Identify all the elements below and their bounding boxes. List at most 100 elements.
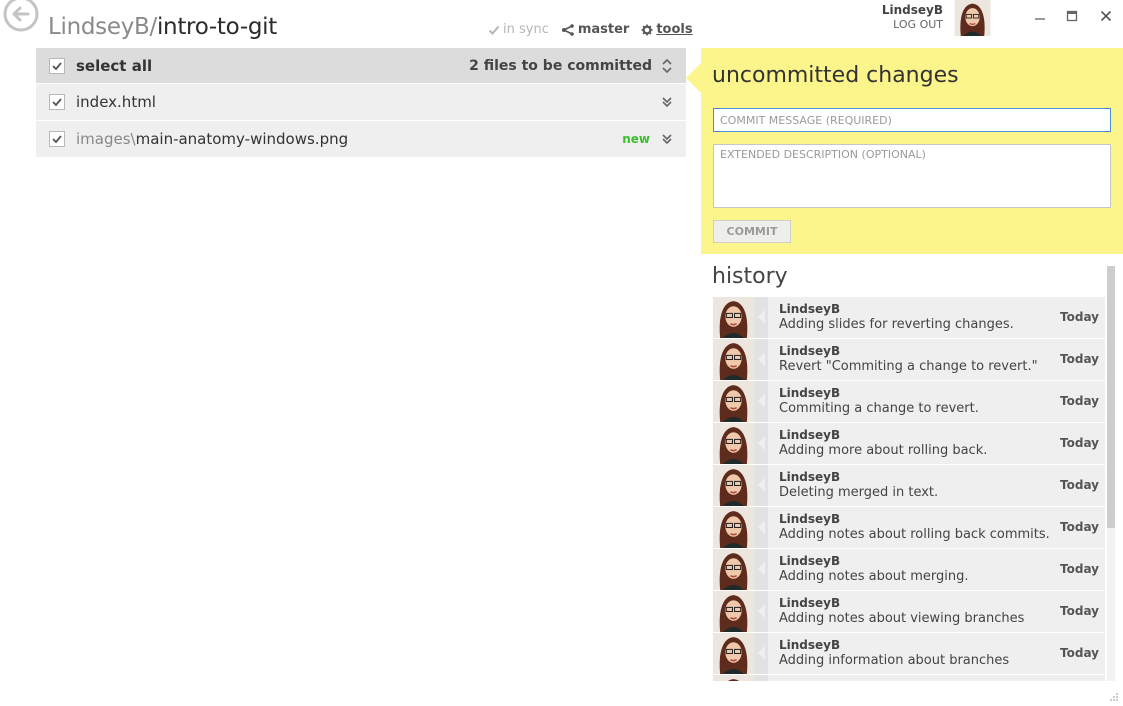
sync-label: in sync	[503, 22, 549, 37]
repo-toolbar: in sync master tools	[488, 22, 693, 37]
commit-date: Today	[1060, 478, 1099, 492]
history-item[interactable]: LindseyB Adding notes about merging. Today	[713, 549, 1105, 590]
repo-separator: /	[149, 14, 158, 40]
branch-icon	[561, 23, 574, 36]
commit-date: Today	[1060, 646, 1099, 660]
commit-message: Adding more about rolling back.	[779, 443, 988, 458]
history-item[interactable]: LindseyB Revert "Commiting a change to re…	[713, 339, 1105, 380]
history-item-divider	[754, 675, 768, 681]
commit-author: LindseyB	[779, 470, 841, 484]
commit-message: Revert "Commiting a change to revert."	[779, 359, 1038, 374]
history-item-divider	[754, 339, 768, 380]
history-item-divider	[754, 465, 768, 506]
tools-menu[interactable]: tools	[641, 22, 693, 37]
history-item-divider	[754, 507, 768, 548]
file-path: images\main-anatomy-windows.png	[76, 130, 348, 148]
history-item-divider	[754, 549, 768, 590]
history-item-divider	[754, 633, 768, 674]
checkmark-icon	[488, 25, 500, 35]
resize-grip-icon[interactable]	[1109, 692, 1119, 702]
commit-date: Today	[1060, 394, 1099, 408]
sync-status[interactable]: in sync	[488, 22, 549, 37]
commit-author-avatar	[713, 675, 754, 681]
new-badge: new	[622, 132, 650, 146]
commit-author-avatar	[713, 297, 754, 338]
repo-owner[interactable]: LindseyB	[48, 14, 150, 40]
expand-all-icon[interactable]	[662, 58, 672, 73]
commit-message: Adding slides for reverting changes.	[779, 317, 1014, 332]
tools-label: tools	[656, 22, 693, 37]
commit-button[interactable]: COMMIT	[713, 220, 791, 243]
history-item-divider	[754, 423, 768, 464]
commit-message: Adding notes about merging.	[779, 569, 969, 584]
back-button[interactable]	[2, 0, 40, 32]
commit-author-avatar-icon	[713, 633, 754, 674]
commit-author-avatar	[713, 507, 754, 548]
commit-panel-title: uncommitted changes	[712, 63, 959, 88]
history-item[interactable]: LindseyB Deleting merged in text. Today	[713, 465, 1105, 506]
commit-message: Adding information about branches	[779, 653, 1010, 668]
commit-author-avatar	[713, 339, 754, 380]
commit-author-avatar-icon	[713, 423, 754, 464]
file-row[interactable]: index.html	[36, 84, 686, 121]
commit-author: LindseyB	[779, 302, 841, 316]
history-item[interactable]: LindseyB Adding slides for reverting chan…	[713, 297, 1105, 338]
commit-panel-pointer	[686, 63, 701, 93]
commit-author-avatar	[713, 465, 754, 506]
maximize-button[interactable]	[1062, 6, 1082, 26]
commit-author-avatar-icon	[713, 381, 754, 422]
commit-message-input[interactable]	[713, 108, 1111, 132]
commit-author-avatar-icon	[713, 549, 754, 590]
file-row[interactable]: images\main-anatomy-windows.png new	[36, 121, 686, 158]
history-item[interactable]	[713, 675, 1105, 681]
commit-author: LindseyB	[779, 344, 841, 358]
history-scrollbar-thumb[interactable]	[1107, 266, 1115, 528]
files-count: 2 files to be committed	[469, 57, 652, 74]
history-item[interactable]: LindseyB Adding notes about viewing branc…	[713, 591, 1105, 632]
commit-author: LindseyB	[779, 512, 841, 526]
select-all-checkbox[interactable]	[49, 57, 65, 74]
user-name: LindseyB	[881, 3, 943, 17]
commit-author-avatar-icon	[713, 339, 754, 380]
commit-message: Adding notes about rolling back commits.	[779, 527, 1050, 542]
close-button[interactable]	[1096, 6, 1116, 26]
commit-author: LindseyB	[779, 554, 841, 568]
commit-author-avatar-icon	[713, 591, 754, 632]
check-icon	[52, 135, 62, 144]
select-all-label[interactable]: select all	[76, 57, 152, 75]
commit-date: Today	[1060, 562, 1099, 576]
commit-message: Deleting merged in text.	[779, 485, 939, 500]
file-checkbox[interactable]	[49, 131, 65, 147]
history-item-divider	[754, 297, 768, 338]
repo-name: intro-to-git	[156, 14, 277, 40]
commit-author-avatar	[713, 381, 754, 422]
commit-message: Adding notes about viewing branches	[779, 611, 1025, 626]
history-item[interactable]: LindseyB Adding more about rolling back. T…	[713, 423, 1105, 464]
file-checkbox[interactable]	[49, 94, 65, 110]
commit-author: LindseyB	[779, 596, 841, 610]
expand-diff-icon[interactable]	[662, 96, 672, 108]
changed-files-list: select all 2 files to be committed index…	[36, 48, 686, 158]
user-avatar[interactable]	[954, 0, 991, 36]
commit-author-avatar	[713, 591, 754, 632]
commit-author: LindseyB	[779, 428, 841, 442]
maximize-icon	[1066, 10, 1078, 22]
check-icon	[52, 98, 62, 107]
commit-date: Today	[1060, 520, 1099, 534]
back-arrow-circle-icon	[3, 0, 39, 32]
logout-link[interactable]: LOG OUT	[893, 18, 943, 31]
expand-diff-icon[interactable]	[662, 133, 672, 145]
commit-author: LindseyB	[779, 638, 841, 652]
file-path: index.html	[76, 93, 156, 111]
commit-date: Today	[1060, 352, 1099, 366]
history-item[interactable]: LindseyB Commiting a change to revert. Tod…	[713, 381, 1105, 422]
minimize-button[interactable]	[1030, 6, 1050, 26]
branch-selector[interactable]: master	[561, 22, 629, 37]
commit-message: Commiting a change to revert.	[779, 401, 979, 416]
file-name: main-anatomy-windows.png	[135, 130, 349, 148]
history-item[interactable]: LindseyB Adding notes about rolling back …	[713, 507, 1105, 548]
commit-description-input[interactable]	[713, 144, 1111, 208]
file-dir: images\	[76, 130, 136, 148]
commit-author-avatar-icon	[713, 675, 754, 681]
history-item[interactable]: LindseyB Adding information about branche…	[713, 633, 1105, 674]
